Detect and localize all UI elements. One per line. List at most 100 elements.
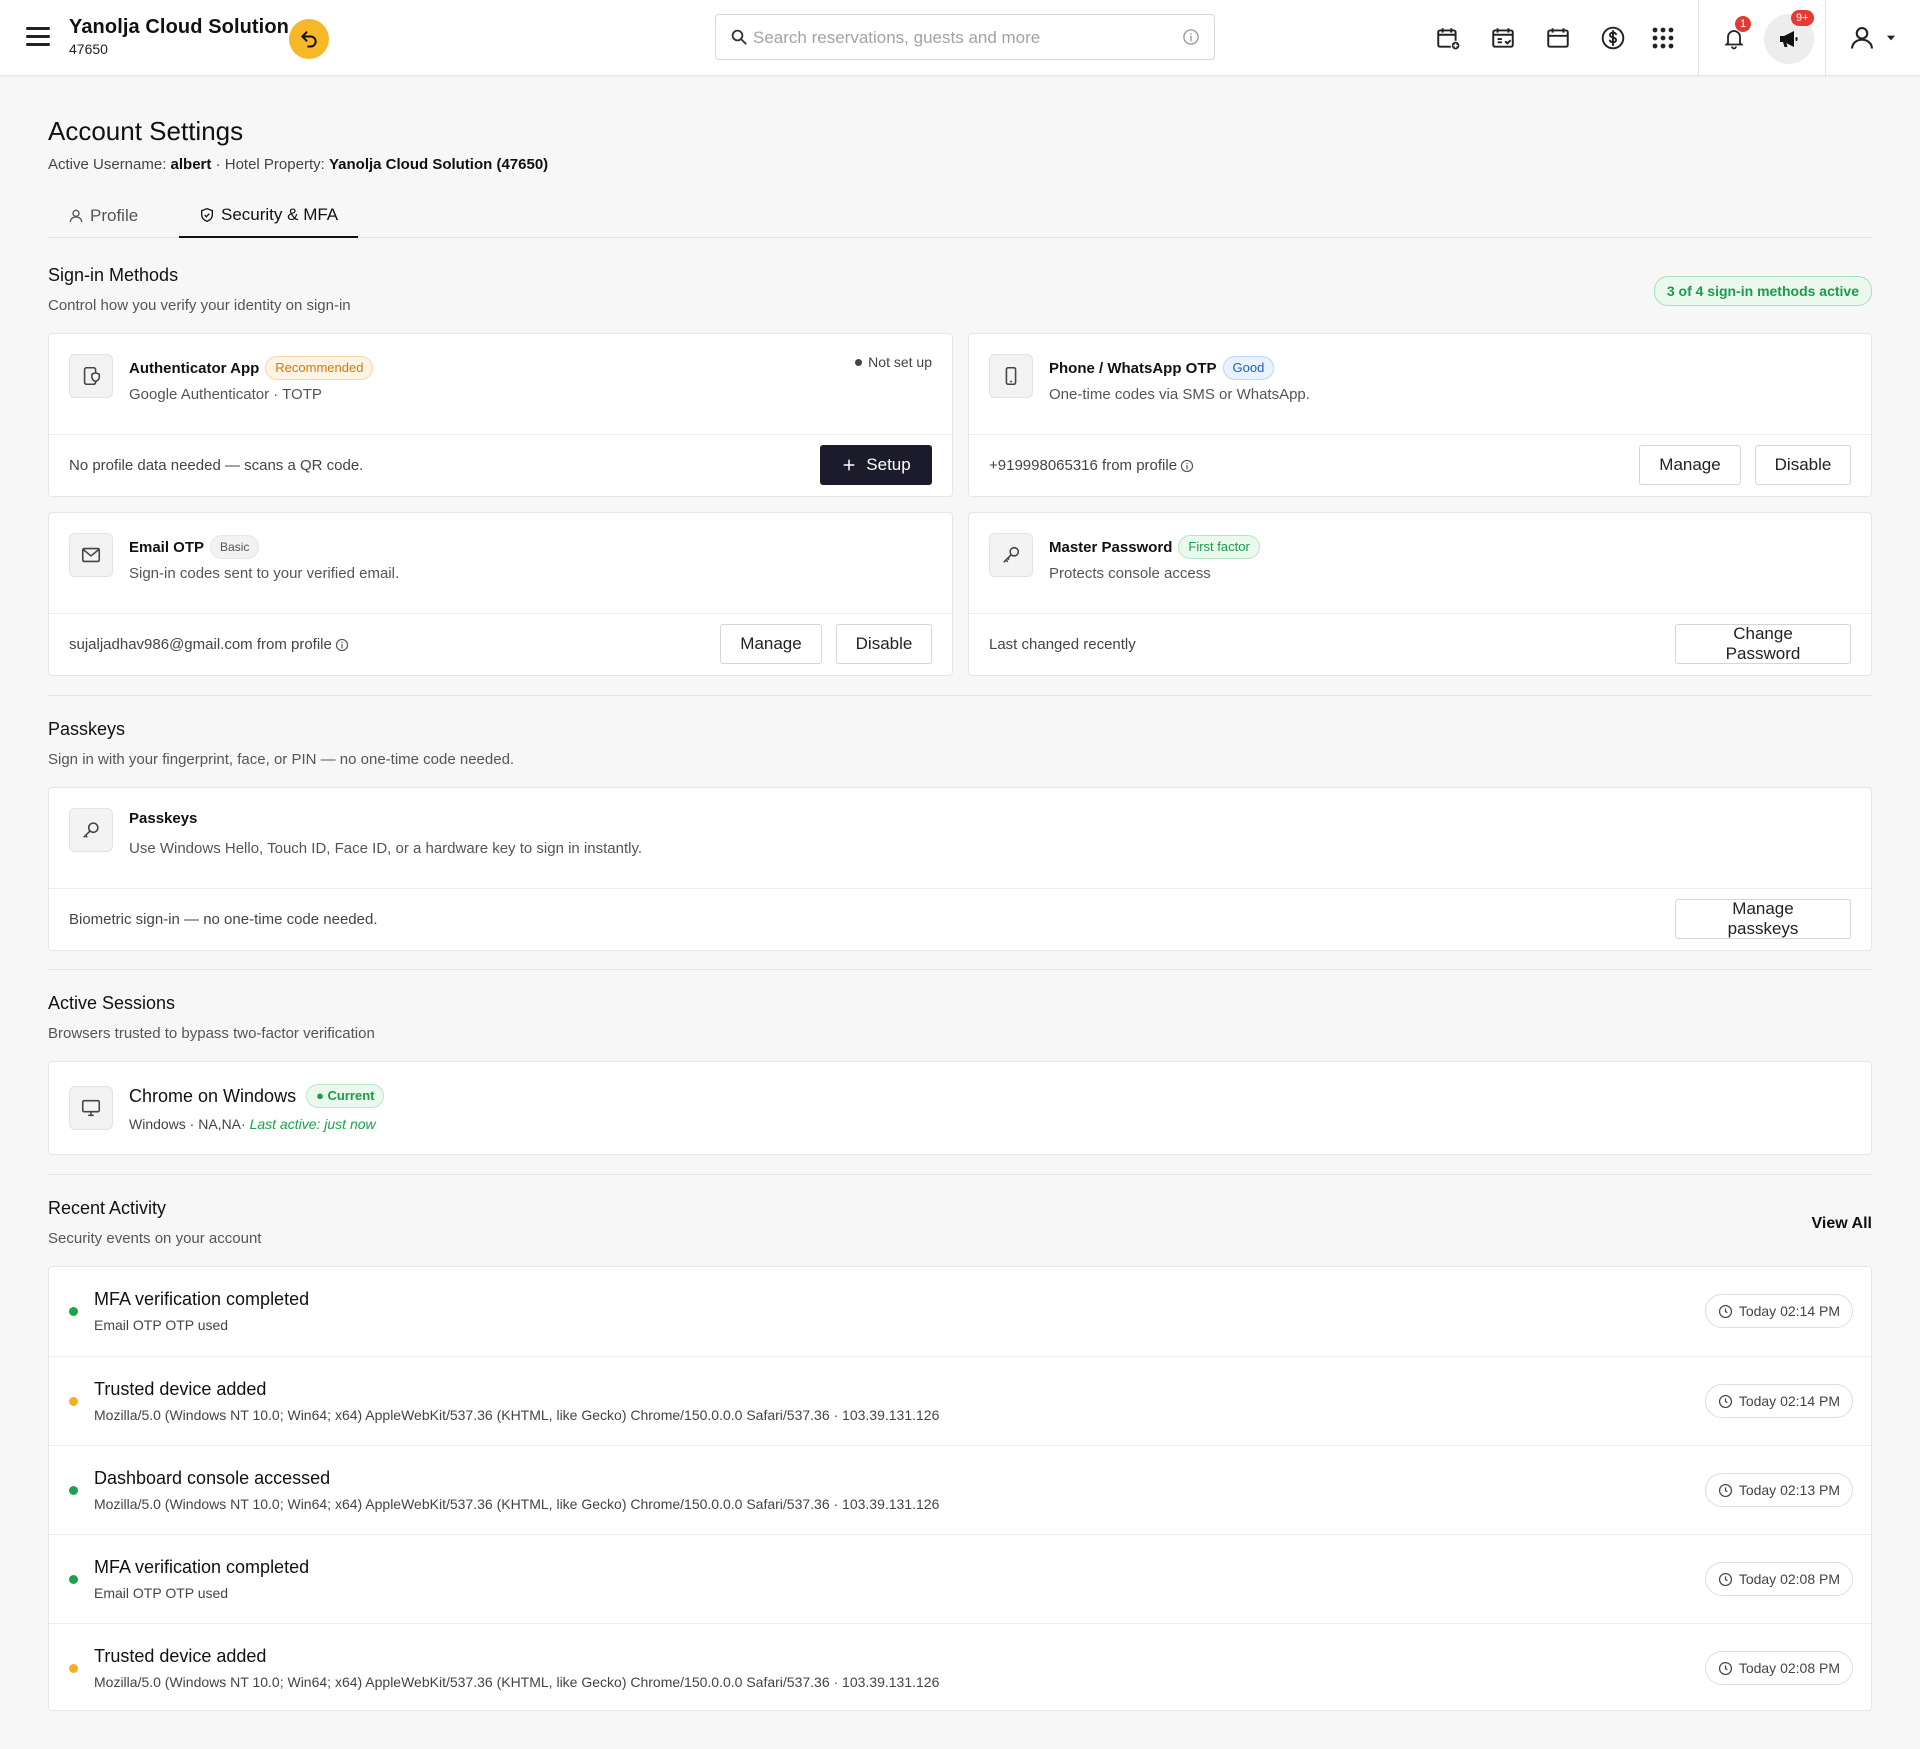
session-device: Chrome on Windows ● Current xyxy=(129,1084,385,1108)
phone-otp-title: Phone / WhatsApp OTP Good xyxy=(1049,356,1275,380)
password-icon-wrap xyxy=(989,533,1033,577)
status-dot xyxy=(69,1486,78,1495)
authenticator-footer: No profile data needed — scans a QR code… xyxy=(49,434,952,496)
recommended-badge: Recommended xyxy=(265,356,374,380)
activity-time: Today 02:08 PM xyxy=(1704,1562,1853,1596)
divider xyxy=(48,695,1872,696)
activity-time: Today 02:14 PM xyxy=(1704,1294,1853,1328)
user-icon xyxy=(69,209,83,223)
good-badge: Good xyxy=(1222,356,1275,380)
session-last-active: Last active: just now xyxy=(249,1116,376,1132)
master-password-description: Protects console access xyxy=(1049,565,1211,582)
plus-icon xyxy=(843,459,855,471)
passkey-icon-wrap xyxy=(69,808,113,852)
info-icon[interactable] xyxy=(1180,459,1194,473)
email-manage-button[interactable]: Manage xyxy=(720,624,822,664)
phone-disable-button[interactable]: Disable xyxy=(1755,445,1851,485)
search-box xyxy=(715,14,1215,60)
email-otp-footer-text: sujaljadhav986@gmail.com from profile xyxy=(69,636,349,653)
search-icon xyxy=(731,29,747,45)
calendar-add-icon[interactable] xyxy=(1432,22,1464,54)
phone-icon xyxy=(1005,366,1017,386)
username: albert xyxy=(170,156,212,173)
authenticator-description: Google Authenticator · TOTP xyxy=(129,386,322,403)
activity-list: MFA verification completed Email OTP OTP… xyxy=(48,1266,1872,1711)
clock-icon xyxy=(1718,1572,1732,1586)
back-button[interactable] xyxy=(289,19,329,59)
tab-profile[interactable]: Profile xyxy=(48,194,158,238)
megaphone-icon xyxy=(1780,31,1798,47)
activity-time: Today 02:08 PM xyxy=(1704,1651,1853,1685)
master-password-footer: Last changed recently Change Password xyxy=(969,613,1871,675)
monitor-icon-wrap xyxy=(69,1086,113,1130)
passkeys-footer: Biometric sign-in — no one-time code nee… xyxy=(49,888,1871,950)
undo-icon xyxy=(301,31,317,48)
user-menu[interactable] xyxy=(1843,22,1903,54)
announcement-count-badge: 9+ xyxy=(1791,10,1814,26)
email-otp-title: Email OTP Basic xyxy=(129,535,260,559)
phone-manage-button[interactable]: Manage xyxy=(1639,445,1741,485)
user-icon xyxy=(1851,27,1873,49)
email-otp-card: Email OTP Basic Sign-in codes sent to you… xyxy=(48,512,953,676)
manage-passkeys-button[interactable]: Manage passkeys xyxy=(1675,899,1851,939)
activity-description: Mozilla/5.0 (Windows NT 10.0; Win64; x64… xyxy=(94,1407,940,1423)
info-icon[interactable] xyxy=(335,638,349,652)
authenticator-app-card: Authenticator App Recommended Google Auth… xyxy=(48,333,953,497)
calendar-icon[interactable] xyxy=(1542,22,1574,54)
phone-otp-footer: +919998065316 from profile Manage Disabl… xyxy=(969,434,1871,496)
view-all-link[interactable]: View All xyxy=(1812,1215,1872,1233)
brand-name: Yanolja Cloud Solution xyxy=(69,16,289,38)
authenticator-footer-text: No profile data needed — scans a QR code… xyxy=(69,457,364,474)
passkeys-card-title: Passkeys xyxy=(129,810,198,827)
activity-row: Dashboard console accessed Mozilla/5.0 (… xyxy=(49,1445,1871,1534)
mail-icon xyxy=(81,547,101,563)
divider xyxy=(1825,0,1826,76)
activity-description: Email OTP OTP used xyxy=(94,1585,229,1601)
activity-time: Today 02:14 PM xyxy=(1704,1384,1853,1418)
setup-button[interactable]: Setup xyxy=(820,445,932,485)
activity-row: Trusted device added Mozilla/5.0 (Window… xyxy=(49,1356,1871,1445)
calendar-check-icon[interactable] xyxy=(1487,22,1519,54)
brand: Yanolja Cloud Solution 47650 xyxy=(69,16,289,57)
info-icon[interactable] xyxy=(1182,28,1200,46)
phone-icon-wrap xyxy=(989,354,1033,398)
activity-row: MFA verification completed Email OTP OTP… xyxy=(49,1534,1871,1623)
master-password-title: Master Password First factor xyxy=(1049,535,1260,559)
activity-title: MFA verification completed xyxy=(94,1557,310,1577)
activity-time: Today 02:13 PM xyxy=(1704,1473,1853,1507)
change-password-button[interactable]: Change Password xyxy=(1675,624,1851,664)
account-summary: Active Username: albert · Hotel Property… xyxy=(48,156,549,173)
email-otp-description: Sign-in codes sent to your verified emai… xyxy=(129,565,400,582)
passkeys-card-description: Use Windows Hello, Touch ID, Face ID, or… xyxy=(129,840,642,857)
master-password-card: Master Password First factor Protects con… xyxy=(968,512,1872,676)
dollar-icon[interactable] xyxy=(1597,22,1629,54)
signin-methods-title: Sign-in Methods xyxy=(48,265,179,285)
notification-count-badge: 1 xyxy=(1735,16,1752,32)
email-disable-button[interactable]: Disable xyxy=(836,624,932,664)
hotel-property: Yanolja Cloud Solution (47650) xyxy=(328,156,549,173)
session-card: Chrome on Windows ● Current Windows · NA… xyxy=(48,1061,1872,1155)
activity-title: Trusted device added xyxy=(94,1379,267,1399)
search-input[interactable] xyxy=(753,24,1173,52)
passkeys-subtitle: Sign in with your fingerprint, face, or … xyxy=(48,751,515,768)
activity-description: Mozilla/5.0 (Windows NT 10.0; Win64; x64… xyxy=(94,1496,940,1512)
divider xyxy=(48,1174,1872,1175)
menu-icon[interactable] xyxy=(26,27,50,47)
brand-id: 47650 xyxy=(69,41,108,57)
active-sessions-title: Active Sessions xyxy=(48,993,176,1013)
status-dot xyxy=(69,1307,78,1316)
key-icon xyxy=(1003,546,1020,563)
email-icon-wrap xyxy=(69,533,113,577)
shield-phone-icon xyxy=(83,366,101,386)
shield-check-icon xyxy=(201,207,213,223)
basic-badge: Basic xyxy=(210,535,260,559)
passkeys-footer-text: Biometric sign-in — no one-time code nee… xyxy=(69,911,378,928)
passkeys-title: Passkeys xyxy=(48,719,126,739)
authenticator-icon-wrap xyxy=(69,354,113,398)
clock-icon xyxy=(1718,1483,1732,1497)
top-bar: Yanolja Cloud Solution 47650 1 9+ xyxy=(0,0,1920,76)
apps-grid-icon[interactable] xyxy=(1647,22,1679,54)
settings-tabs: Profile Security & MFA xyxy=(48,194,1872,238)
tab-security-mfa[interactable]: Security & MFA xyxy=(179,194,359,238)
recent-activity-title: Recent Activity xyxy=(48,1198,167,1218)
